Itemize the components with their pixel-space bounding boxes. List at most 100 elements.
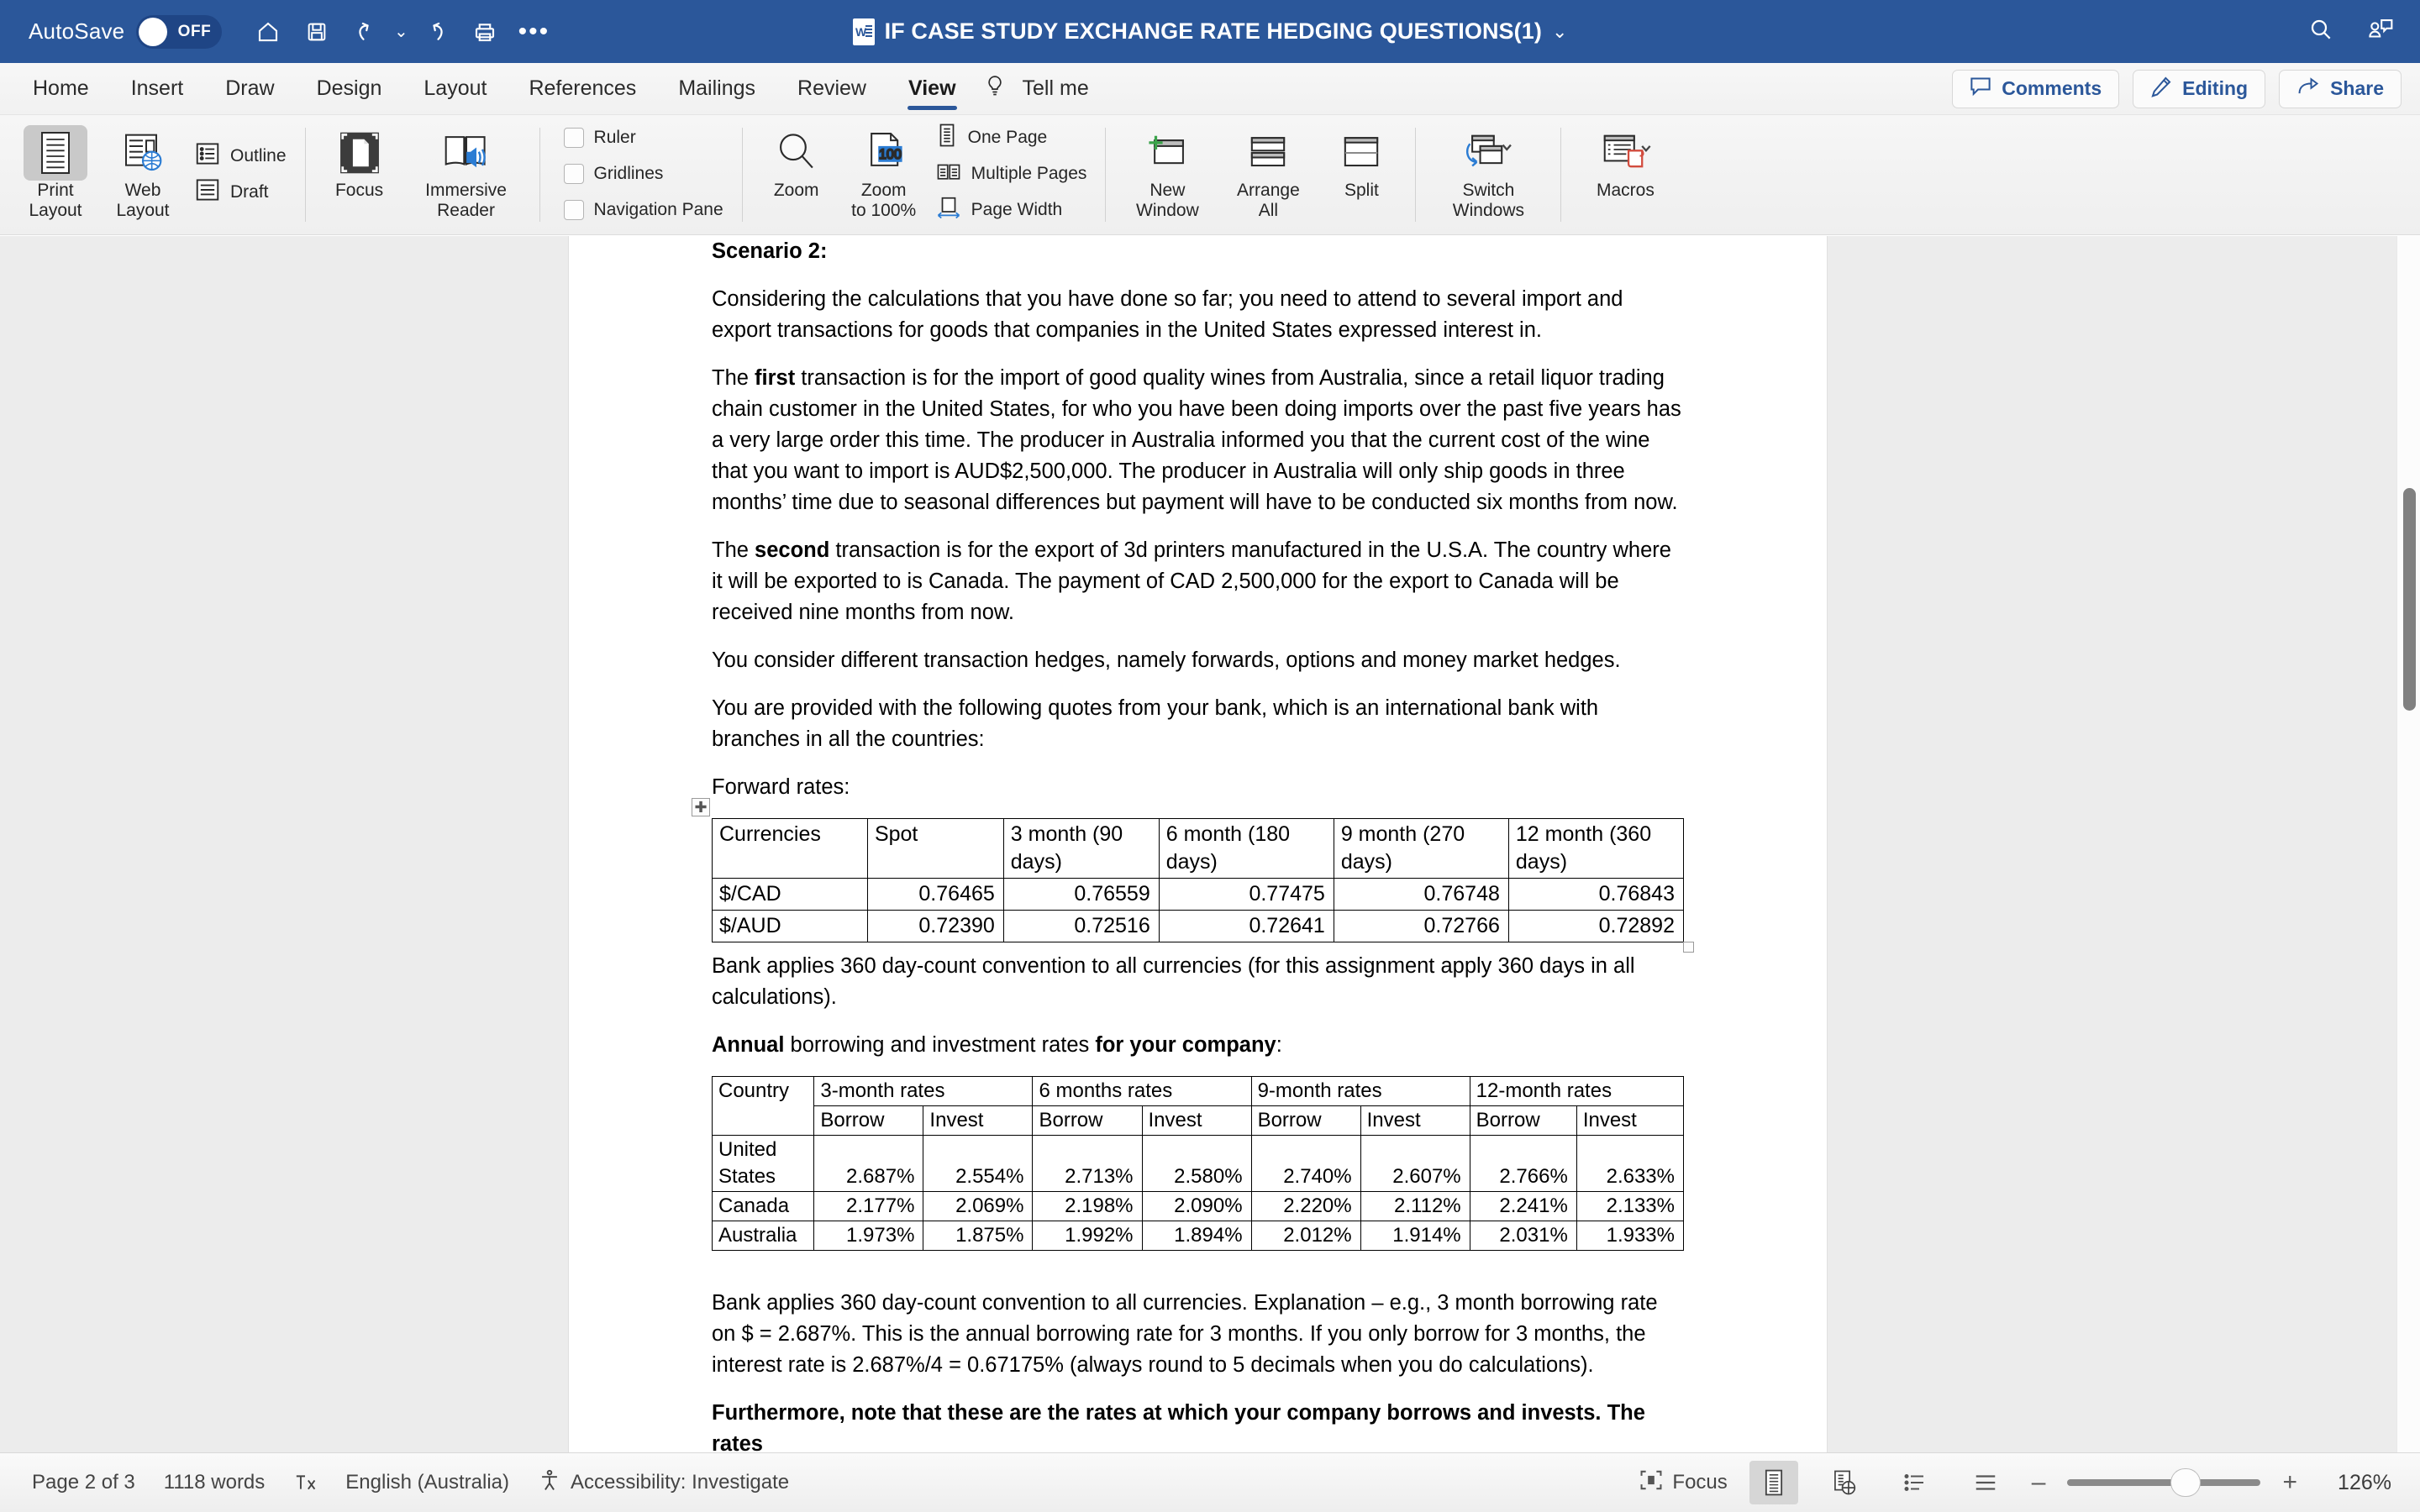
one-page-button[interactable]: One Page [931, 123, 1092, 153]
focus-button[interactable]: Focus [316, 120, 403, 228]
zoom-100-button[interactable]: 100 Zoom to 100% [840, 120, 928, 228]
tab-view[interactable]: View [887, 63, 977, 114]
print-layout-button[interactable]: Print Layout [12, 120, 99, 228]
ribbon-divider-2 [539, 128, 540, 222]
paragraph-9: Furthermore, note that these are the rat… [712, 1398, 1684, 1452]
home-icon[interactable] [244, 8, 292, 56]
table-row: United States 2.687% 2.554% 2.713% 2.580%… [711, 1135, 1685, 1192]
autosave-label: AutoSave [29, 18, 125, 44]
undo-icon[interactable] [341, 8, 390, 56]
more-options-icon[interactable]: ••• [509, 8, 558, 56]
zoom-label: Zoom [773, 181, 819, 200]
account-comment-icon[interactable] [2366, 16, 2395, 47]
word-count[interactable]: 1118 words [164, 1471, 266, 1494]
document-body[interactable]: Scenario 2: Considering the calculations… [569, 236, 1827, 1452]
zoom-out-button[interactable]: – [2032, 1470, 2046, 1495]
table-row: $/AUD 0.72390 0.72516 0.72641 0.72766 0.… [712, 910, 1685, 942]
outline-label: Outline [230, 145, 287, 165]
vertical-scrollbar[interactable] [2396, 236, 2420, 1452]
table-move-handle[interactable]: ✚ [692, 798, 710, 816]
tab-draw[interactable]: Draw [204, 63, 295, 114]
macros-button[interactable]: Macros [1571, 120, 1679, 228]
print-icon[interactable] [460, 8, 509, 56]
editing-button[interactable]: Editing [2133, 69, 2266, 108]
save-icon[interactable] [292, 8, 341, 56]
tab-home[interactable]: Home [12, 63, 110, 114]
zoom-in-button[interactable]: + [2282, 1470, 2297, 1495]
undo-dropdown-caret[interactable]: ⌄ [390, 21, 412, 42]
redo-icon[interactable] [412, 8, 460, 56]
ruler-checkbox[interactable] [563, 128, 584, 148]
paragraph-8: Bank applies 360 day-count convention to… [712, 1291, 1658, 1377]
table-resize-handle[interactable] [1683, 942, 1694, 953]
language-indicator[interactable]: English (Australia) [345, 1471, 509, 1494]
rates-row2-country: Australia [711, 1221, 815, 1251]
borrow-invest-rates-table[interactable]: Country 3-month rates 6 months rates 9-m… [711, 1076, 1685, 1251]
document-workspace[interactable]: Scenario 2: Considering the calculations… [0, 236, 2420, 1452]
forward-rates-table[interactable]: Currencies Spot 3 month (90 days) 6 mont… [712, 818, 1685, 942]
navigation-pane-checkbox[interactable] [563, 200, 584, 220]
ribbon-group-immersive: Focus Immersive Reader [316, 115, 529, 234]
outline-button[interactable]: Outline [190, 141, 292, 171]
tab-layout[interactable]: Layout [402, 63, 508, 114]
svg-text:100: 100 [879, 147, 902, 162]
title-dropdown-caret[interactable]: ⌄ [1552, 21, 1567, 43]
outline-view-button[interactable] [1891, 1461, 1939, 1504]
search-icon[interactable] [2307, 16, 2334, 47]
page-width-button[interactable]: Page Width [931, 195, 1092, 225]
annual-rates-label: Annual borrowing and investment rates fo… [712, 1030, 1684, 1061]
zoom-100-label-2: to 100% [851, 200, 917, 220]
paragraph-2-part-c: transaction is for the import of good qu… [712, 366, 1681, 514]
new-window-button[interactable]: New Window [1116, 120, 1218, 228]
tab-references[interactable]: References [508, 63, 657, 114]
ribbon-divider-6 [1560, 128, 1562, 222]
share-label: Share [2330, 77, 2384, 99]
forward-rates-label: Forward rates: [712, 775, 850, 799]
ribbon-group-zoom: Zoom 100 Zoom to 100% One Page Multiple … [753, 115, 1096, 234]
page-indicator[interactable]: Page 2 of 3 [32, 1471, 135, 1494]
print-layout-view-button[interactable] [1749, 1461, 1798, 1504]
gridlines-checkbox-row[interactable]: Gridlines [559, 159, 729, 189]
zoom-percentage[interactable]: 126% [2319, 1471, 2391, 1495]
outline-icon [195, 141, 220, 171]
tab-mailings[interactable]: Mailings [657, 63, 776, 114]
gridlines-checkbox[interactable] [563, 164, 584, 184]
status-bar-left: Page 2 of 3 1118 words English (Australi… [0, 1468, 789, 1498]
vertical-scrollbar-thumb[interactable] [2403, 488, 2416, 711]
draft-view-button[interactable] [1961, 1461, 2010, 1504]
table-row: Canada 2.177% 2.069% 2.198% 2.090% 2.220… [711, 1191, 1685, 1221]
multiple-pages-button[interactable]: Multiple Pages [931, 159, 1092, 189]
immersive-reader-label-2: Reader [437, 200, 495, 220]
immersive-reader-button[interactable]: Immersive Reader [403, 120, 529, 228]
navigation-pane-checkbox-row[interactable]: Navigation Pane [559, 195, 729, 225]
proofing-errors-icon[interactable] [293, 1472, 317, 1494]
zoom-slider[interactable] [2067, 1469, 2261, 1496]
switch-windows-button[interactable]: Switch Windows [1426, 120, 1550, 228]
tell-me-button[interactable]: Tell me [977, 74, 1096, 103]
rates-row0-country: United States [711, 1135, 815, 1192]
share-button[interactable]: Share [2279, 69, 2402, 108]
zoom-slider-handle[interactable] [2171, 1469, 2201, 1496]
ribbon-tab-strip: Home Insert Draw Design Layout Reference… [0, 63, 2420, 115]
arrange-all-button[interactable]: Arrange All [1218, 120, 1318, 228]
draft-button[interactable]: Draft [190, 177, 292, 207]
arrange-all-label-1: Arrange [1237, 181, 1300, 200]
web-layout-button[interactable]: Web Layout [99, 120, 187, 228]
comments-button[interactable]: Comments [1952, 69, 2120, 108]
arrange-all-label-2: All [1258, 200, 1279, 220]
status-bar: Page 2 of 3 1118 words English (Australi… [0, 1452, 2420, 1512]
accessibility-status[interactable]: Accessibility: Investigate [538, 1468, 789, 1498]
document-page[interactable]: Scenario 2: Considering the calculations… [569, 236, 1827, 1452]
ruler-checkbox-row[interactable]: Ruler [559, 123, 729, 153]
focus-mode-button[interactable]: Focus [1639, 1469, 1728, 1497]
tab-review[interactable]: Review [776, 63, 887, 114]
autosave-toggle[interactable]: OFF [136, 14, 223, 49]
split-button[interactable]: Split [1318, 120, 1405, 228]
ribbon-divider-3 [741, 128, 743, 222]
rates-row2-v4: 2.012% [1250, 1221, 1361, 1251]
zoom-button[interactable]: Zoom [753, 120, 840, 228]
tab-design[interactable]: Design [296, 63, 403, 114]
fwd-row0-spot: 0.76465 [866, 878, 1004, 911]
web-layout-view-button[interactable] [1820, 1461, 1869, 1504]
tab-insert[interactable]: Insert [110, 63, 205, 114]
